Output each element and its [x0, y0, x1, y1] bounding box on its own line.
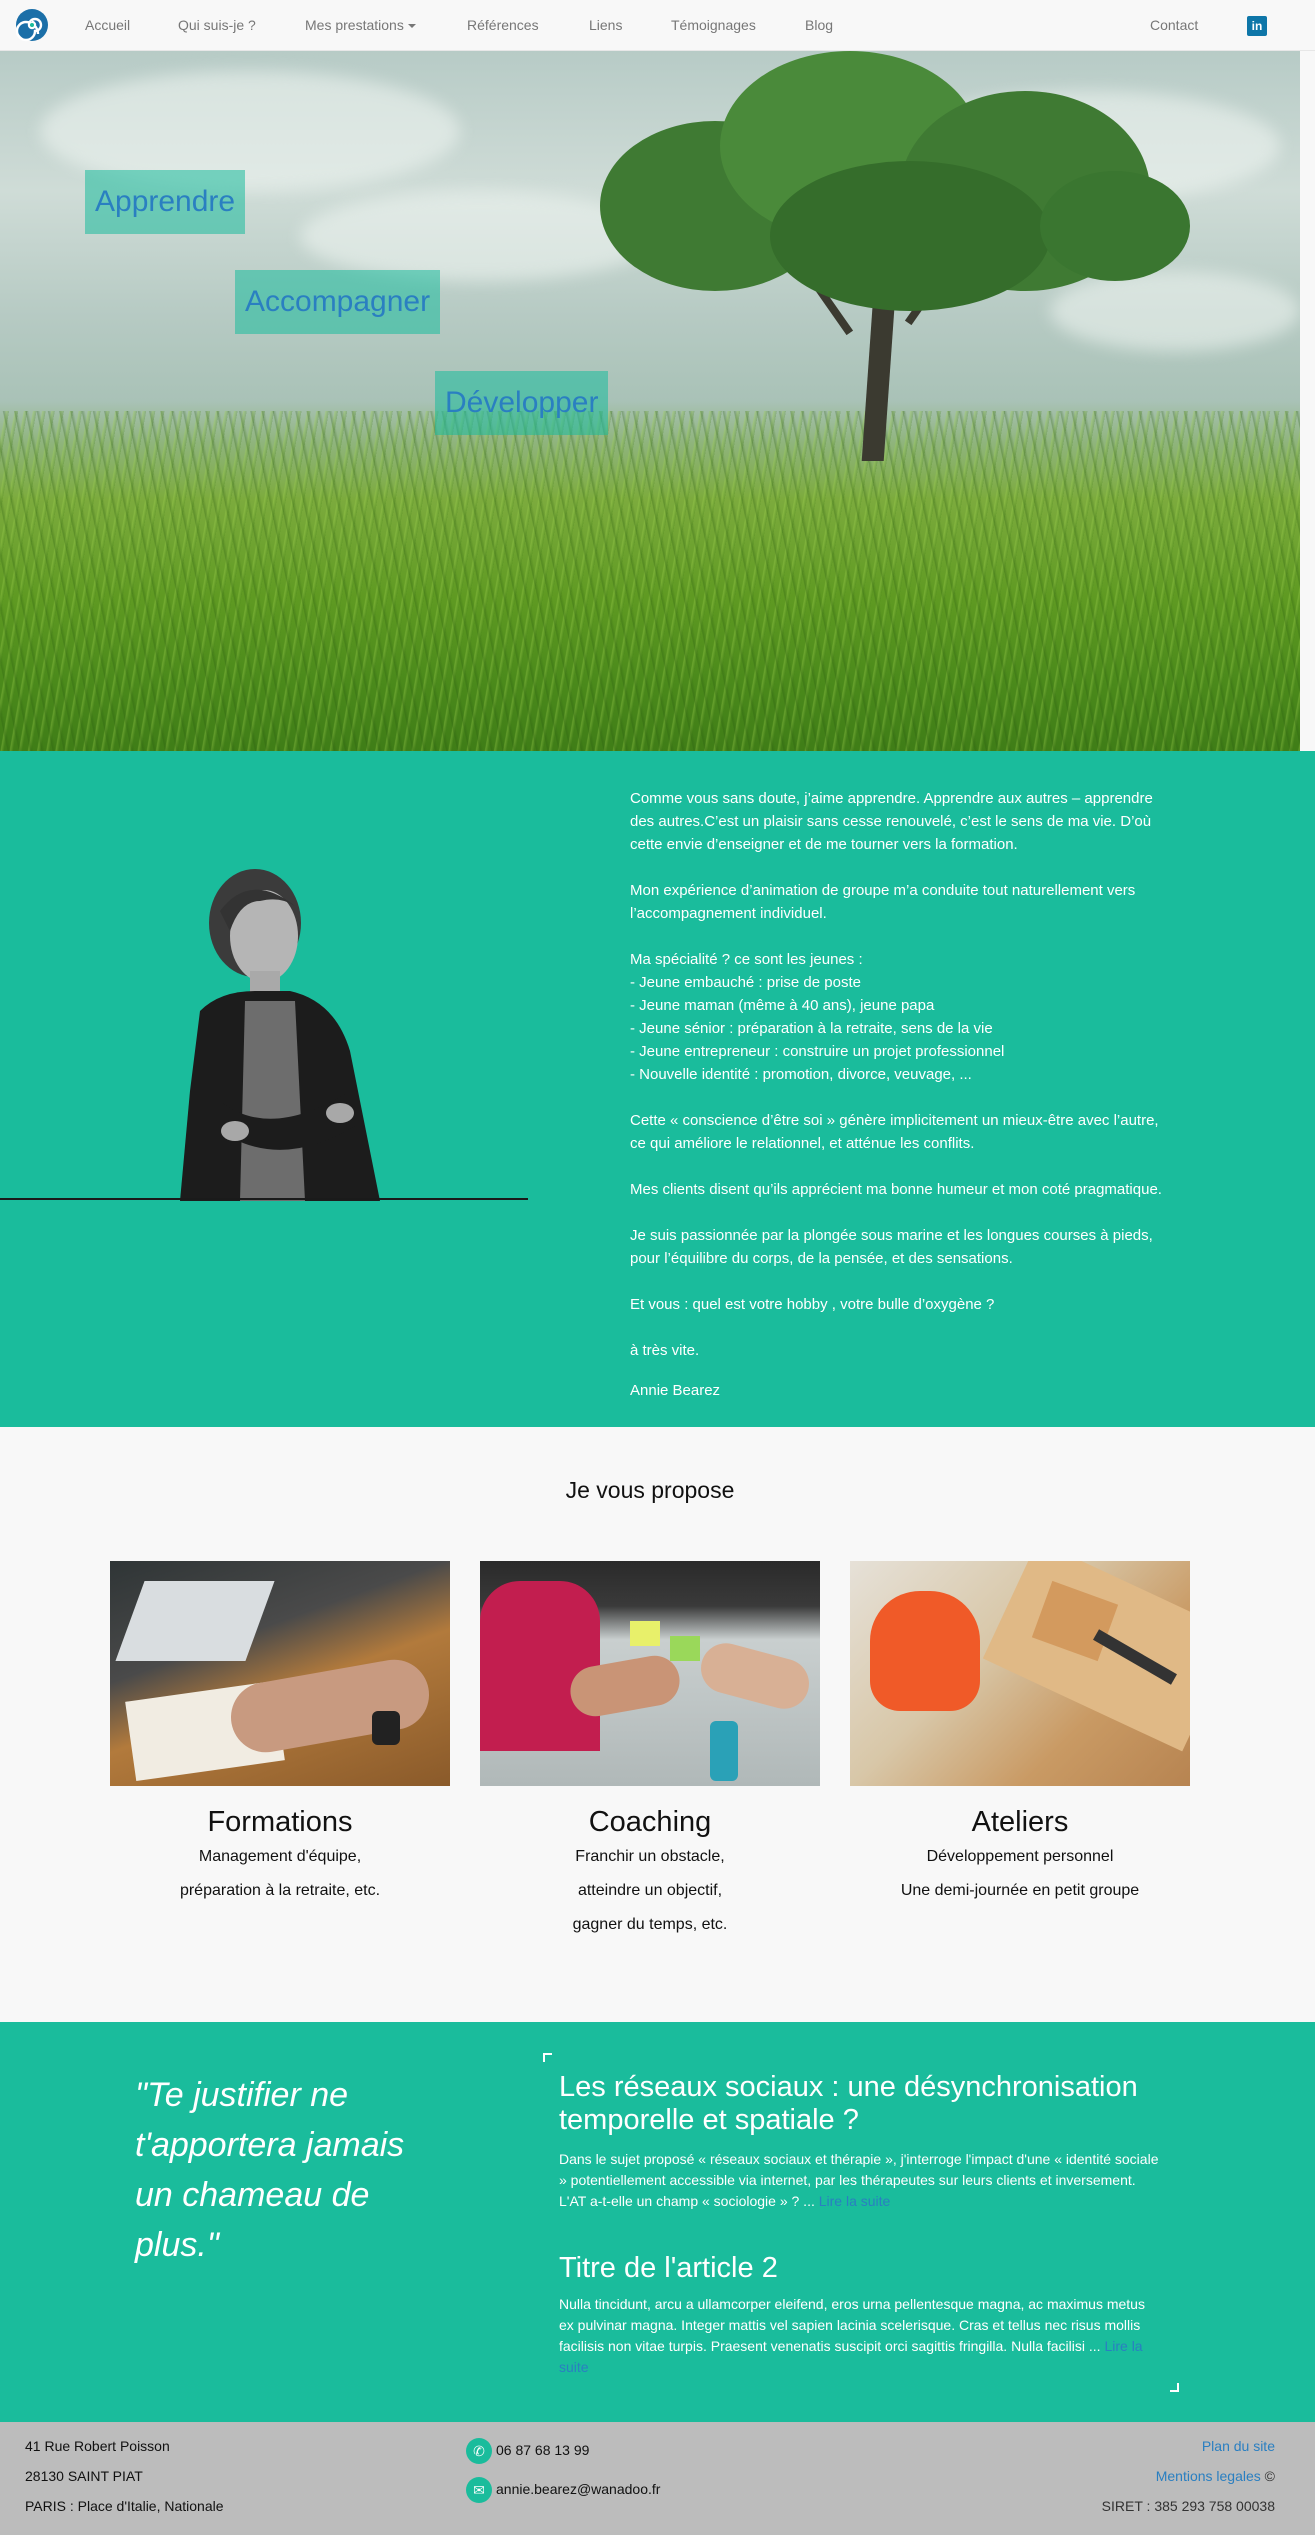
phone-icon: ✆: [466, 2438, 492, 2465]
specialty-intro: Ma spécialité ? ce sont les jeunes :: [630, 951, 863, 968]
divider-line: [0, 1198, 528, 1200]
address-line: 41 Rue Robert Poisson: [25, 2438, 170, 2454]
tree-canopy: [1040, 171, 1190, 281]
nav-mes-prestations-label: Mes prestations: [305, 17, 404, 33]
about-paragraph: Cette « conscience d’être soi » génère i…: [630, 1112, 1159, 1152]
about-paragraph: Je suis passionnée par la plongée sous m…: [630, 1227, 1153, 1267]
person-shirt-shape: [480, 1581, 600, 1751]
hero-tag-developper[interactable]: Développer: [435, 371, 609, 435]
card-text: gagner du temps, etc.: [572, 1916, 728, 1933]
nav-temoignages[interactable]: Témoignages: [671, 0, 756, 51]
specialty-item: - Nouvelle identité : promotion, divorce…: [630, 1066, 972, 1083]
footer: 41 Rue Robert Poisson 28130 SAINT PIAT P…: [0, 2422, 1315, 2535]
copyright-symbol: ©: [1264, 2468, 1275, 2484]
card-title: Ateliers: [971, 1806, 1069, 1838]
hero-tag-accompagner[interactable]: Accompagner: [235, 270, 441, 334]
specialty-item: - Jeune maman (même à 40 ans), jeune pap…: [630, 997, 935, 1014]
legal-link[interactable]: Mentions legales: [1156, 2468, 1261, 2484]
corner-mark-icon: [1170, 2383, 1179, 2392]
cloud-shape: [1050, 271, 1300, 351]
card-text: Une demi-journée en petit groupe: [900, 1882, 1140, 1899]
tree-canopy: [770, 161, 1050, 311]
card-ateliers[interactable]: Ateliers Développement personnel Une dem…: [850, 1561, 1190, 1908]
address-line: 28130 SAINT PIAT: [25, 2468, 143, 2484]
blog-section: "Te justifier ne t'apportera jamais un c…: [0, 2022, 1315, 2422]
hero-tag-apprendre[interactable]: Apprendre: [85, 170, 246, 234]
card-text: Management d'équipe,: [198, 1848, 362, 1865]
nav-references[interactable]: Références: [467, 0, 539, 51]
specialty-item: - Jeune sénior : préparation à la retrai…: [630, 1020, 993, 1037]
about-paragraph: Mes clients disent qu’ils apprécient ma …: [630, 1181, 1162, 1198]
article-title[interactable]: Les réseaux sociaux : une désynchronisat…: [559, 2071, 1199, 2137]
about-paragraph: à très vite.: [630, 1342, 700, 1359]
sticky-note-shape: [670, 1636, 700, 1661]
bottle-shape: [710, 1721, 738, 1781]
siret-text: SIRET : 385 293 758 00038: [1101, 2498, 1275, 2514]
laptop-shape: [115, 1581, 275, 1661]
nav-qui-suis-je[interactable]: Qui suis-je ?: [178, 0, 256, 51]
about-signature: Annie Bearez: [630, 1382, 721, 1399]
article-excerpt: Nulla tincidunt, arcu a ullamcorper elei…: [559, 2294, 1159, 2378]
specialty-item: - Jeune embauché : prise de poste: [630, 974, 861, 991]
about-section: Comme vous sans doute, j’aime apprendre.…: [0, 751, 1315, 1427]
about-paragraph: Comme vous sans doute, j’aime apprendre.…: [630, 790, 1153, 853]
sitemap-link[interactable]: Plan du site: [1202, 2438, 1275, 2454]
card-formations[interactable]: Formations Management d'équipe, préparat…: [110, 1561, 450, 1908]
address-line: PARIS : Place d'Italie, Nationale: [25, 2498, 224, 2514]
article-excerpt: Dans le sujet proposé « réseaux sociaux …: [559, 2149, 1159, 2212]
card-title: Coaching: [588, 1806, 712, 1838]
card-title: Formations: [207, 1806, 353, 1838]
footer-phone[interactable]: ✆ 06 87 68 13 99: [466, 2437, 590, 2465]
mail-icon: ✉: [466, 2477, 492, 2504]
ateliers-photo: [850, 1561, 1190, 1786]
article-title[interactable]: Titre de l'article 2: [559, 2252, 1199, 2285]
chair-shape: [870, 1591, 980, 1711]
watch-shape: [372, 1711, 400, 1745]
read-more-link[interactable]: Lire la suite: [819, 2193, 891, 2209]
top-navbar: Accueil Qui suis-je ? Mes prestations Ré…: [0, 0, 1315, 51]
card-text: Franchir un obstacle,: [575, 1848, 725, 1865]
nav-liens[interactable]: Liens: [589, 0, 622, 51]
about-paragraph: Et vous : quel est votre hobby , votre b…: [630, 1296, 995, 1313]
footer-email[interactable]: ✉ annie.bearez@wanadoo.fr: [466, 2476, 661, 2504]
grass-texture: [0, 411, 1300, 751]
hero-banner: Apprendre Accompagner Développer: [0, 51, 1300, 751]
about-paragraph: Mon expérience d’animation de groupe m’a…: [630, 882, 1136, 922]
linkedin-icon[interactable]: in: [1247, 16, 1267, 36]
nav-blog[interactable]: Blog: [805, 0, 833, 51]
section-title: Je vous propose: [565, 1477, 735, 1503]
card-coaching[interactable]: Coaching Franchir un obstacle, atteindre…: [480, 1561, 820, 1942]
footer-address: 41 Rue Robert Poisson 28130 SAINT PIAT P…: [25, 2422, 224, 2521]
footer-links: Plan du site Mentions legales © SIRET : …: [1102, 2422, 1275, 2521]
article-body-text: L'AT a-t-elle un champ « sociologie » ? …: [559, 2193, 815, 2209]
email-address: annie.bearez@wanadoo.fr: [496, 2481, 661, 2497]
nav-accueil[interactable]: Accueil: [85, 0, 130, 51]
caret-down-icon: [407, 24, 416, 29]
quote-text: "Te justifier ne t'apportera jamais un c…: [135, 2076, 405, 2264]
hand-shape: [225, 1654, 435, 1758]
formations-photo: [110, 1561, 450, 1786]
card-text: préparation à la retraite, etc.: [179, 1882, 381, 1899]
specialty-item: - Jeune entrepreneur : construire un pro…: [630, 1043, 1005, 1060]
nav-mes-prestations[interactable]: Mes prestations: [305, 0, 416, 51]
spiral-logo[interactable]: [14, 7, 50, 43]
portrait-photo: [180, 869, 380, 1201]
hand-shape: [695, 1637, 815, 1715]
card-text: Développement personnel: [926, 1848, 1114, 1865]
about-text: Comme vous sans doute, j’aime apprendre.…: [630, 787, 1170, 1425]
coaching-photo: [480, 1561, 820, 1786]
nav-contact[interactable]: Contact: [1150, 0, 1198, 51]
corner-mark-icon: [543, 2053, 552, 2062]
phone-number: 06 87 68 13 99: [496, 2442, 590, 2458]
about-specialties: Ma spécialité ? ce sont les jeunes : - J…: [630, 948, 1170, 1086]
sticky-note-shape: [630, 1621, 660, 1646]
article-body-text: Dans le sujet proposé « réseaux sociaux …: [559, 2151, 1159, 2188]
card-text: atteindre un objectif,: [577, 1882, 723, 1899]
article-body-text: Nulla tincidunt, arcu a ullamcorper elei…: [559, 2296, 1145, 2354]
